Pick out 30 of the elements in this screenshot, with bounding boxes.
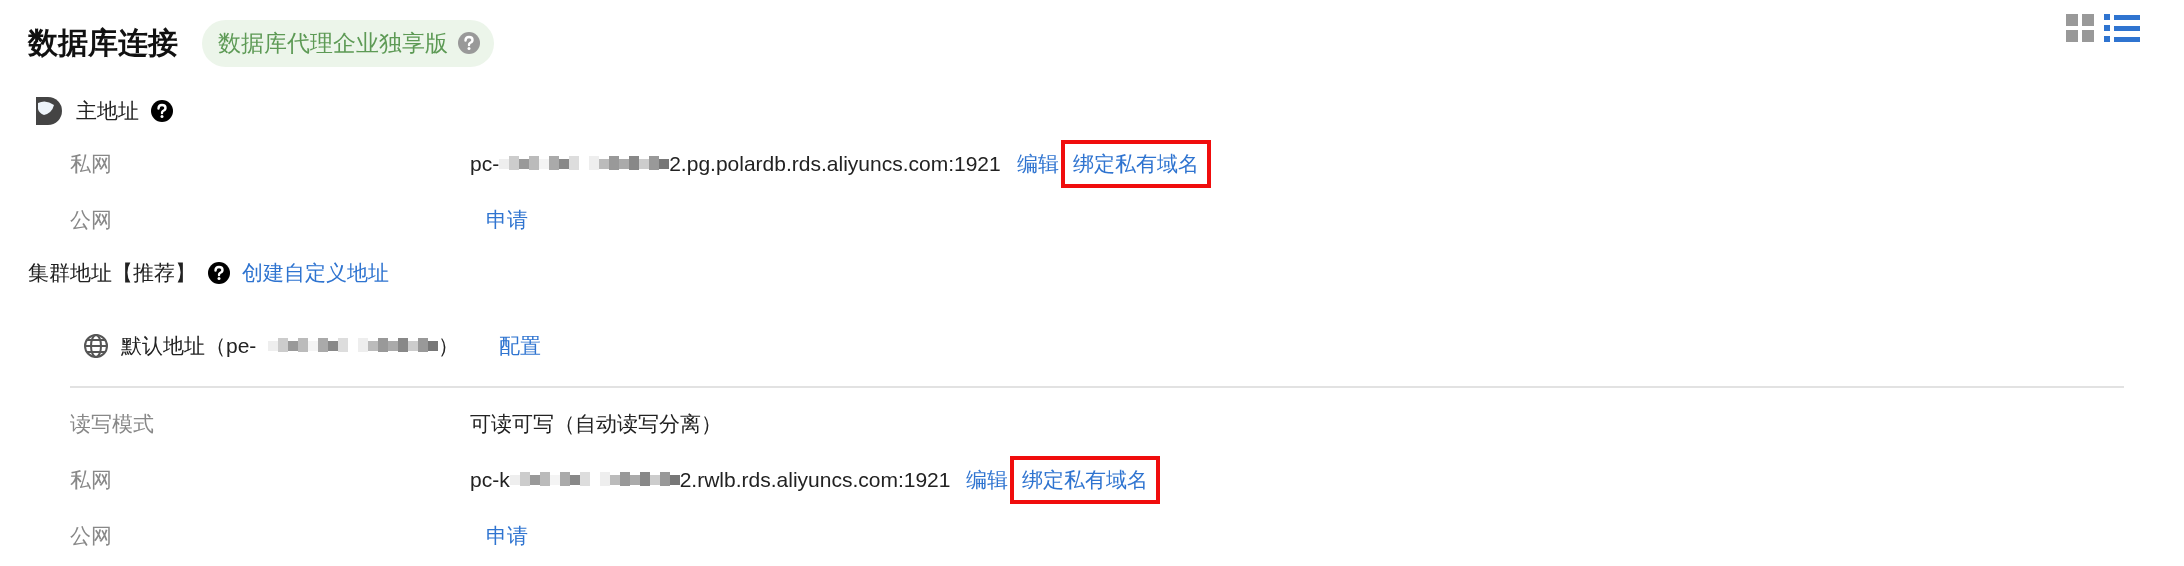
row-label: 读写模式 (70, 411, 155, 437)
page-title: 数据库连接 (28, 24, 178, 61)
product-logo-icon (36, 97, 64, 125)
row-value: 可读可写（自动读写分离） (470, 411, 722, 437)
address-text: 2.pg.polardb.rds.aliyuncs.com:1921 (669, 152, 1001, 176)
grid-view-icon[interactable] (2066, 14, 2094, 42)
address-text: 2.rwlb.rds.aliyuncs.com:1921 (679, 468, 951, 492)
highlighted-link[interactable]: 绑定私有域名 (1010, 456, 1161, 504)
configure-link[interactable]: 配置 (499, 332, 542, 360)
edition-badge: 数据库代理企业独享版 (202, 19, 494, 67)
action-link[interactable]: 申请 (486, 206, 528, 234)
list-view-icon[interactable] (2104, 14, 2140, 42)
section-title: 主地址 (76, 98, 139, 124)
action-link[interactable]: 申请 (486, 522, 528, 550)
address-title-end: ） (438, 333, 460, 359)
section-title: 集群地址【推荐】 (28, 260, 196, 286)
globe-icon (83, 333, 109, 359)
row-label: 私网 (70, 467, 113, 493)
address-prefix: pc-k (470, 468, 510, 492)
row-label: 私网 (70, 151, 113, 177)
address-title: 默认地址（pe- (121, 333, 257, 359)
action-link[interactable]: 编辑 (966, 466, 1009, 494)
create-address-link[interactable]: 创建自定义地址 (242, 259, 389, 287)
row-label: 公网 (70, 207, 113, 233)
highlighted-link[interactable]: 绑定私有域名 (1060, 140, 1211, 188)
row-label: 公网 (70, 523, 113, 549)
address-prefix: pc- (470, 152, 500, 176)
action-link[interactable]: 编辑 (1016, 150, 1059, 178)
help-icon[interactable] (151, 100, 173, 122)
help-icon[interactable] (208, 262, 230, 284)
